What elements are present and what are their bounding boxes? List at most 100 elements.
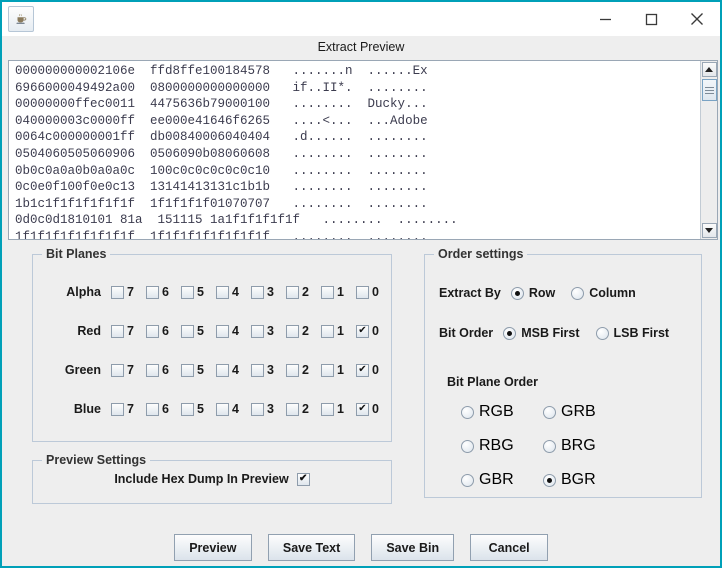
scroll-down-arrow-icon[interactable] — [701, 223, 717, 238]
bit-plane-row-label: Blue — [73, 402, 101, 416]
bit-plane-order-gbr-radio[interactable] — [461, 473, 474, 487]
order-settings-group: Order settings Extract By Row Column Bit … — [424, 247, 702, 498]
bit-order-lsb-first[interactable]: LSB First — [595, 326, 670, 340]
bit-number-label: 1 — [337, 363, 344, 377]
bit-order-row: Bit Order MSB First LSB First — [439, 326, 685, 340]
bit-number-label: 6 — [162, 285, 169, 299]
close-button[interactable] — [674, 3, 720, 35]
hex-dump-scrollbar[interactable] — [700, 61, 717, 239]
checkbox-red-bit-6[interactable] — [146, 324, 159, 338]
extract-by-row-radio[interactable] — [510, 286, 524, 300]
include-hex-dump-checkbox[interactable] — [296, 472, 310, 486]
button-bar: Preview Save Text Save Bin Cancel — [2, 534, 720, 561]
checkbox-blue-bit-2[interactable] — [286, 402, 299, 416]
bit-plane-cell: 7 — [111, 402, 146, 416]
bit-plane-order-rgb-radio[interactable] — [461, 405, 474, 419]
hex-dump-line: 6966000049492a00 0800000000000000 if..II… — [15, 80, 428, 95]
bit-plane-order-brg[interactable]: BRG — [543, 437, 609, 455]
bit-order-lsb-first-label: LSB First — [613, 326, 670, 340]
extract-by-row[interactable]: Row — [510, 286, 555, 300]
checkbox-red-bit-3[interactable] — [251, 324, 264, 338]
bit-order-msb-first-radio[interactable] — [503, 326, 517, 340]
bit-number-label: 3 — [267, 402, 274, 416]
bit-number-label: 7 — [127, 402, 134, 416]
save-text-button[interactable]: Save Text — [267, 534, 356, 561]
bit-number-label: 4 — [232, 324, 239, 338]
checkbox-blue-bit-4[interactable] — [216, 402, 229, 416]
bit-number-label: 7 — [127, 324, 134, 338]
bit-plane-cell: 4 — [216, 285, 251, 299]
bit-plane-order-gbr[interactable]: GBR — [461, 471, 527, 489]
bit-plane-cell: 1 — [321, 285, 356, 299]
bit-plane-order-rbg[interactable]: RBG — [461, 437, 527, 455]
checkbox-green-bit-3[interactable] — [251, 363, 264, 377]
bit-plane-order-bgr[interactable]: BGR — [543, 471, 609, 489]
checkbox-green-bit-0[interactable] — [356, 363, 369, 377]
checkbox-green-bit-5[interactable] — [181, 363, 194, 377]
hex-dump-line: 000000000002106e ffd8ffe100184578 ......… — [15, 64, 428, 78]
bit-order-msb-first[interactable]: MSB First — [503, 326, 580, 340]
bit-plane-order-grb-radio[interactable] — [543, 405, 556, 419]
checkbox-alpha-bit-7[interactable] — [111, 285, 124, 299]
checkbox-alpha-bit-6[interactable] — [146, 285, 159, 299]
extract-by-options: Row Column — [510, 286, 652, 300]
checkbox-red-bit-7[interactable] — [111, 324, 124, 338]
preview-button[interactable]: Preview — [173, 534, 252, 561]
minimize-button[interactable] — [582, 3, 628, 35]
checkbox-green-bit-6[interactable] — [146, 363, 159, 377]
save-bin-button[interactable]: Save Bin — [371, 534, 455, 561]
hex-dump-text[interactable]: 000000000002106e ffd8ffe100184578 ......… — [9, 61, 700, 239]
bit-plane-cell: 6 — [146, 402, 181, 416]
checkbox-green-bit-1[interactable] — [321, 363, 334, 377]
maximize-button[interactable] — [628, 3, 674, 35]
hex-dump-line: 0504060505060906 0506090b08060608 ......… — [15, 146, 428, 161]
scrollbar-thumb[interactable] — [701, 79, 717, 101]
bit-planes-title: Bit Planes — [42, 247, 111, 261]
bit-order-label: Bit Order — [439, 326, 494, 340]
checkbox-red-bit-2[interactable] — [286, 324, 299, 338]
bit-number-label: 1 — [337, 285, 344, 299]
checkbox-alpha-bit-3[interactable] — [251, 285, 264, 299]
checkbox-alpha-bit-0[interactable] — [356, 285, 369, 299]
scroll-up-arrow-icon[interactable] — [701, 62, 717, 77]
bit-plane-cell: 2 — [286, 285, 321, 299]
bit-plane-order-brg-radio[interactable] — [543, 439, 556, 453]
checkbox-blue-bit-7[interactable] — [111, 402, 124, 416]
cancel-button[interactable]: Cancel — [470, 534, 549, 561]
checkbox-green-bit-7[interactable] — [111, 363, 124, 377]
checkbox-green-bit-4[interactable] — [216, 363, 229, 377]
extract-by-column-label: Column — [589, 286, 636, 300]
checkbox-red-bit-0[interactable] — [356, 324, 369, 338]
checkbox-red-bit-1[interactable] — [321, 324, 334, 338]
checkbox-red-bit-5[interactable] — [181, 324, 194, 338]
extract-by-column-radio[interactable] — [571, 286, 585, 300]
checkbox-blue-bit-5[interactable] — [181, 402, 194, 416]
bit-number-label: 2 — [302, 324, 309, 338]
bit-number-label: 7 — [127, 363, 134, 377]
checkbox-blue-bit-1[interactable] — [321, 402, 334, 416]
checkbox-alpha-bit-1[interactable] — [321, 285, 334, 299]
hex-dump-line: 0064c000000001ff db00840006040404 .d....… — [15, 130, 428, 145]
checkbox-blue-bit-6[interactable] — [146, 402, 159, 416]
checkbox-blue-bit-0[interactable] — [356, 402, 369, 416]
checkbox-blue-bit-3[interactable] — [251, 402, 264, 416]
scrollbar-track[interactable] — [702, 101, 717, 222]
bit-number-label: 2 — [302, 363, 309, 377]
bit-plane-order-rbg-radio[interactable] — [461, 439, 474, 453]
bit-plane-order-grb[interactable]: GRB — [543, 403, 609, 421]
extract-by-column[interactable]: Column — [571, 286, 636, 300]
checkbox-green-bit-2[interactable] — [286, 363, 299, 377]
bit-plane-order-rgb[interactable]: RGB — [461, 403, 527, 421]
checkbox-red-bit-4[interactable] — [216, 324, 229, 338]
bit-plane-cell: 5 — [181, 402, 216, 416]
bit-order-lsb-first-radio[interactable] — [595, 326, 609, 340]
checkbox-alpha-bit-5[interactable] — [181, 285, 194, 299]
bit-plane-order-bgr-radio[interactable] — [543, 473, 556, 487]
extract-by-label: Extract By — [439, 286, 501, 300]
bit-plane-cell: 7 — [111, 285, 146, 299]
bit-plane-order-rgb-label: RGB — [479, 403, 514, 420]
extract-by-row: Extract By Row Column — [439, 286, 652, 300]
include-hex-dump-row[interactable]: Include Hex Dump In Preview — [33, 472, 391, 486]
checkbox-alpha-bit-2[interactable] — [286, 285, 299, 299]
checkbox-alpha-bit-4[interactable] — [216, 285, 229, 299]
